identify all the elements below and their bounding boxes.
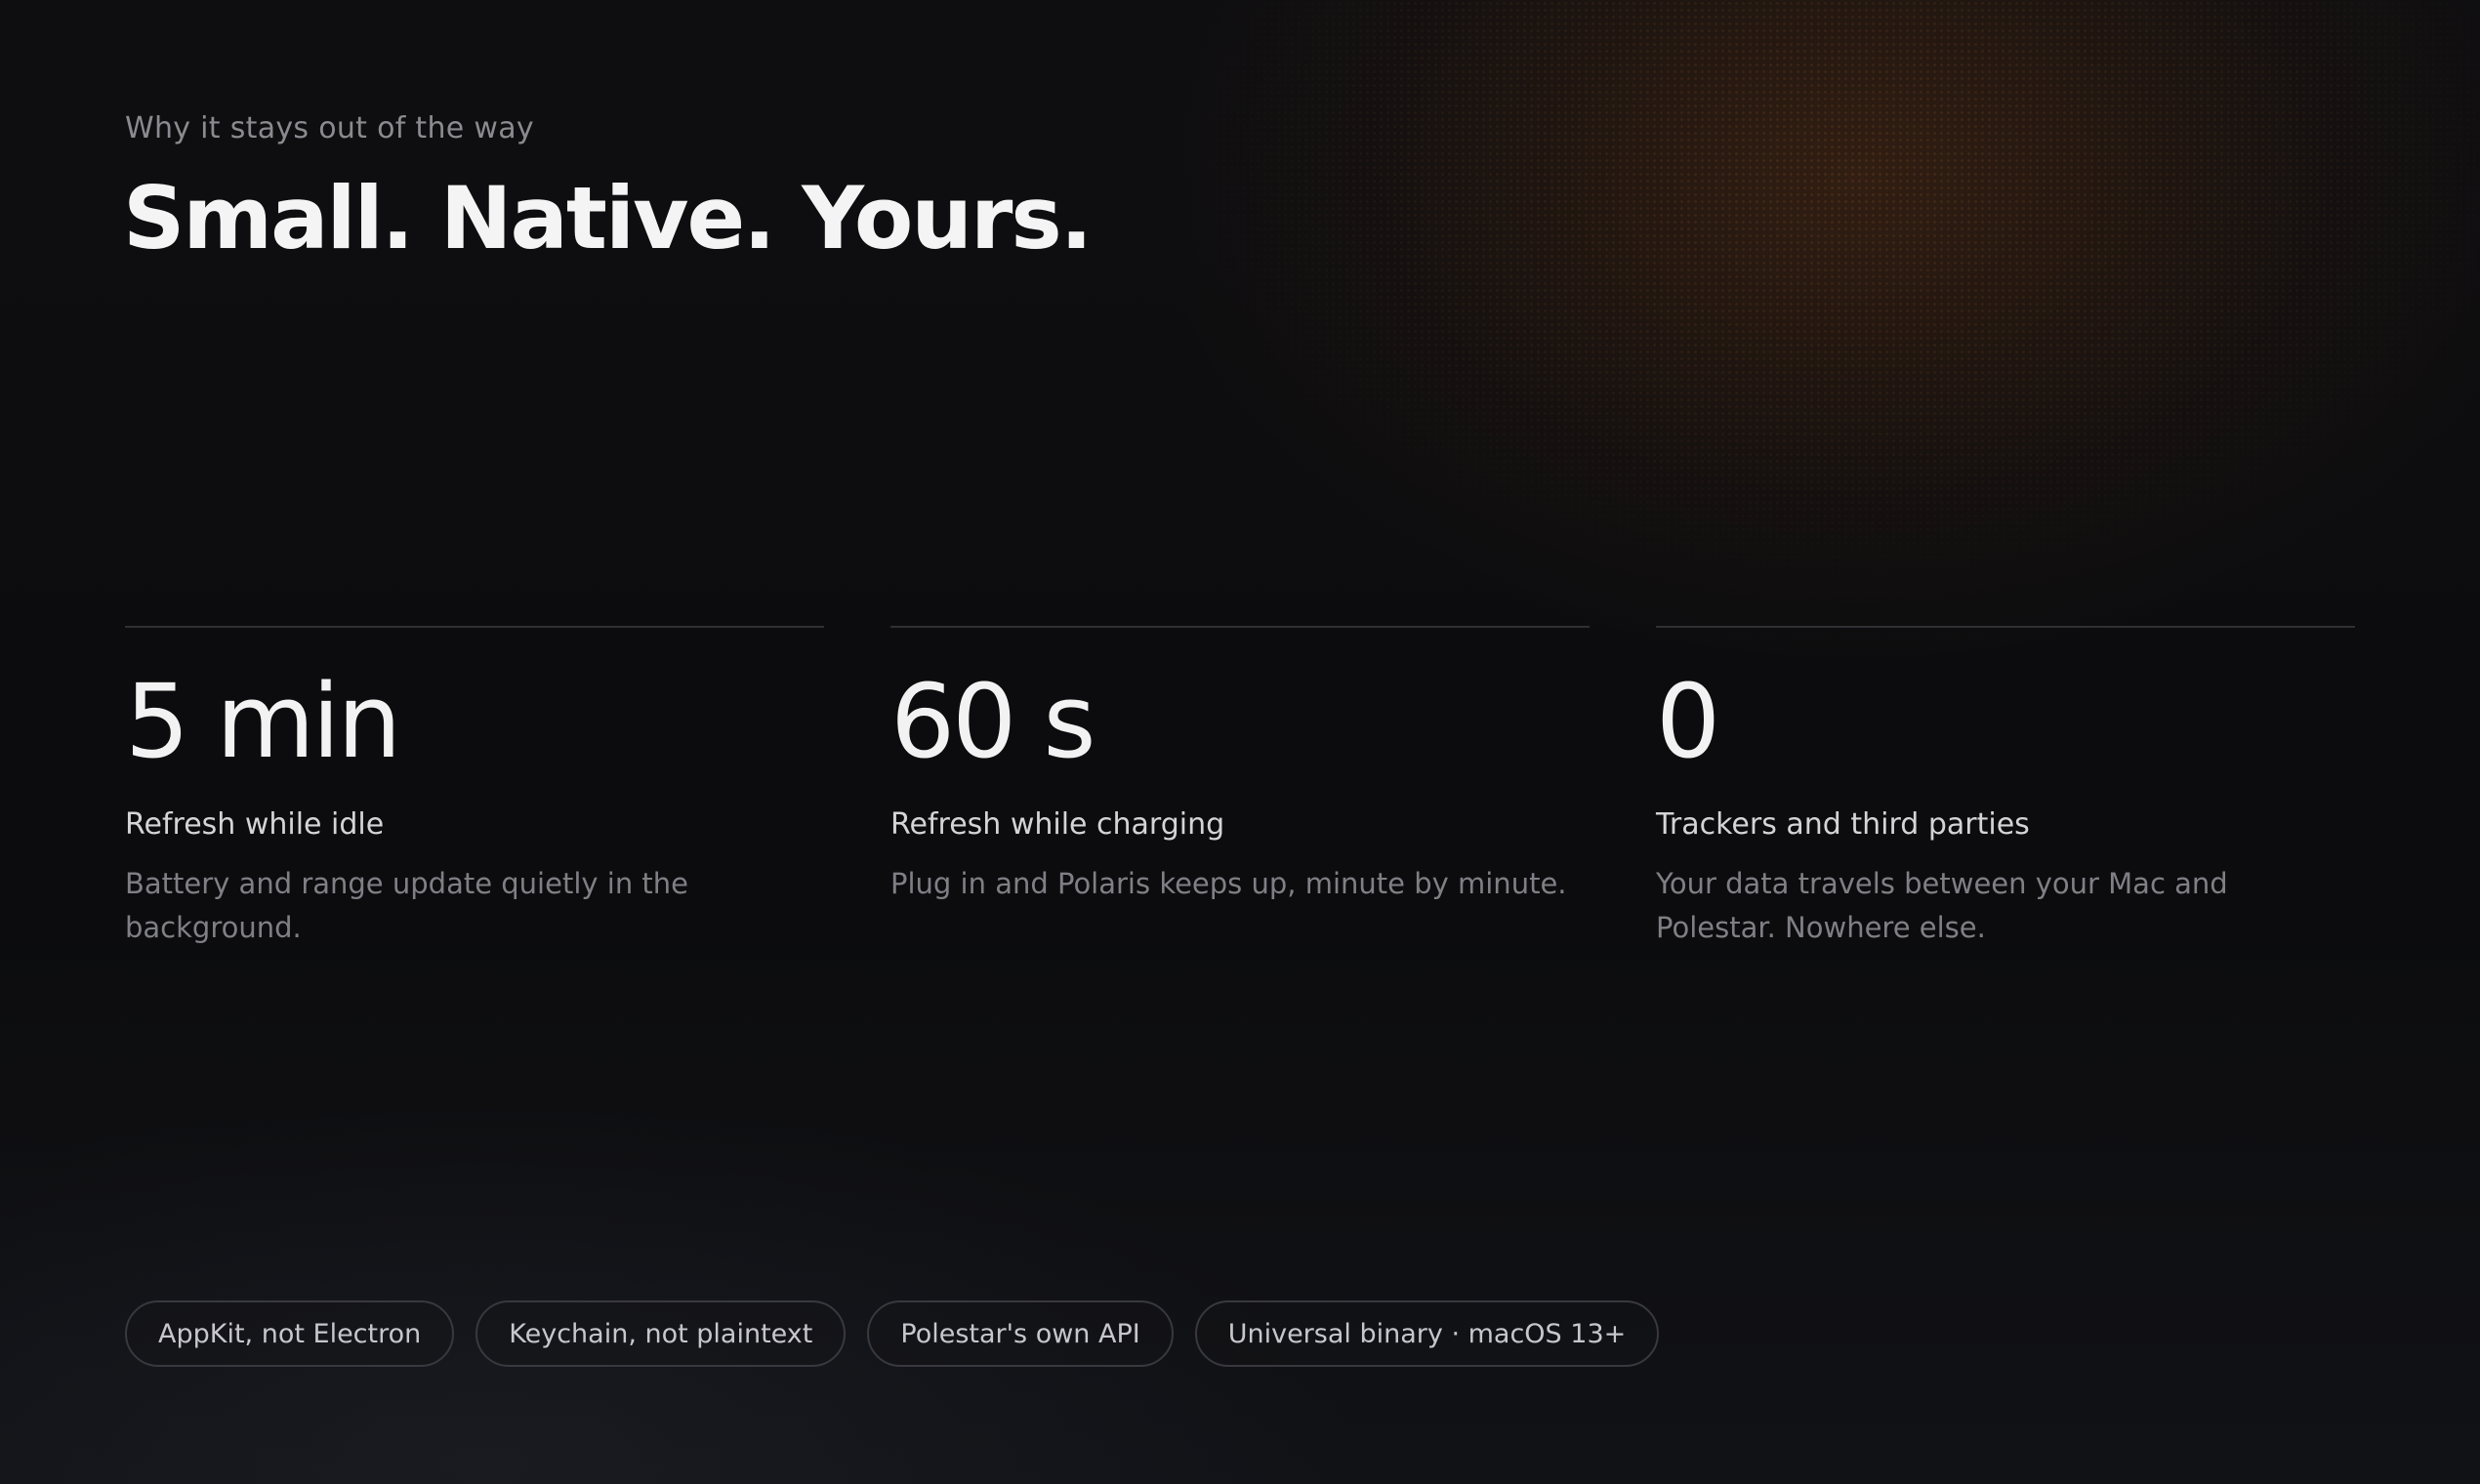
stat-charging-refresh: 60 s Refresh while charging Plug in and … [890,626,1590,950]
stat-label: Refresh while charging [890,807,1225,842]
stat-value: 60 s [890,662,1096,781]
features-section: Why it stays out of the way Small. Nativ… [0,0,2480,1484]
stat-trackers: 0 Trackers and third parties Your data t… [1656,626,2355,950]
stat-description: Battery and range update quietly in the … [125,867,689,944]
stat-label: Refresh while idle [125,807,385,842]
tech-tags: AppKit, not Electron Keychain, not plain… [125,1300,1660,1367]
tag-keychain[interactable]: Keychain, not plaintext [475,1300,847,1367]
stat-label: Trackers and third parties [1656,807,2030,842]
tag-appkit[interactable]: AppKit, not Electron [125,1300,455,1367]
stat-value: 0 [1656,662,1720,781]
stat-idle-refresh: 5 min Refresh while idle Battery and ran… [125,626,824,950]
section-eyebrow: Why it stays out of the way [125,111,534,145]
stat-value: 5 min [125,662,401,781]
stats-row: 5 min Refresh while idle Battery and ran… [125,626,2355,950]
tag-universal-binary[interactable]: Universal binary · macOS 13+ [1194,1300,1660,1367]
stat-description: Your data travels between your Mac and P… [1656,867,2228,944]
section-title: Small. Native. Yours. [123,168,1093,268]
stat-description: Plug in and Polaris keeps up, minute by … [890,867,1567,900]
tag-polestar-api[interactable]: Polestar's own API [867,1300,1174,1367]
